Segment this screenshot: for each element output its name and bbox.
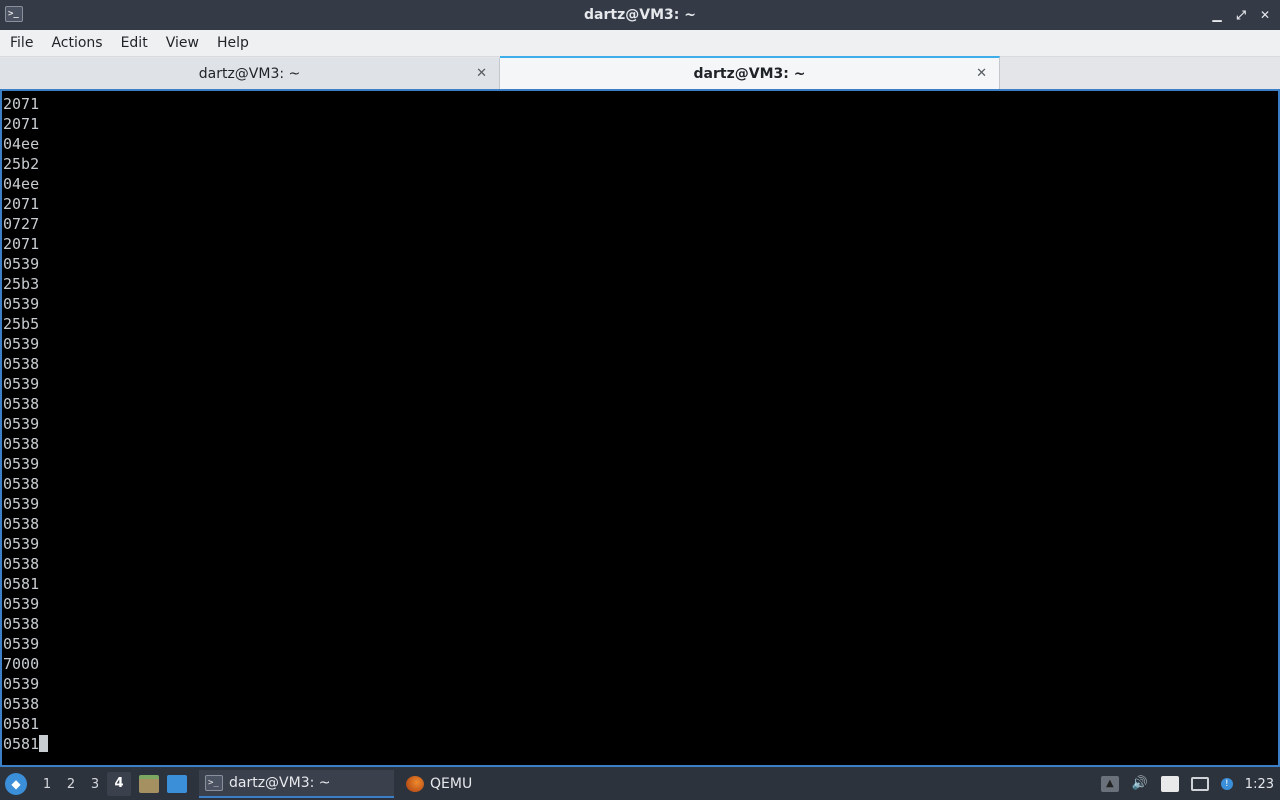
terminal-line: 0538 bbox=[3, 555, 40, 573]
close-icon[interactable]: ✕ bbox=[976, 66, 987, 81]
terminal-line: 04ee bbox=[3, 175, 40, 193]
notification-icon[interactable]: ! bbox=[1220, 778, 1233, 790]
taskbar: ◆ 1 2 3 4 >_ dartz@VM3: ~ QEMU ▲ 🔊 ! 1:2… bbox=[0, 768, 1280, 800]
terminal-line: 2071 bbox=[3, 115, 40, 133]
terminal-output: 2071 2071 04ee 25b2 04ee 2071 0727 2071 0539 25b3… bbox=[3, 94, 49, 754]
terminal-line: 0581 bbox=[3, 734, 49, 754]
terminal-line: 2071 bbox=[3, 235, 40, 253]
maximize-button[interactable]: ⤢ bbox=[1234, 8, 1248, 22]
terminal-line: 0539 bbox=[3, 295, 40, 313]
clipboard-icon[interactable] bbox=[1160, 776, 1179, 792]
terminal-line: 0727 bbox=[3, 215, 40, 233]
show-desktop-icon[interactable] bbox=[167, 775, 187, 793]
terminal-line: 0581 bbox=[3, 575, 40, 593]
menu-bar: File Actions Edit View Help bbox=[0, 30, 1280, 57]
terminal-line: 0539 bbox=[3, 595, 40, 613]
eject-icon[interactable]: ▲ bbox=[1100, 776, 1119, 792]
menu-file[interactable]: File bbox=[2, 35, 41, 51]
task-label: dartz@VM3: ~ bbox=[229, 775, 331, 791]
terminal-cursor bbox=[39, 735, 49, 752]
terminal-line: 0538 bbox=[3, 475, 40, 493]
terminal-line: 0538 bbox=[3, 355, 40, 373]
terminal-line: 25b2 bbox=[3, 155, 40, 173]
desktop-4[interactable]: 4 bbox=[107, 772, 131, 796]
start-menu-icon[interactable]: ◆ bbox=[5, 773, 27, 795]
terminal-line: 0538 bbox=[3, 515, 40, 533]
task-label: QEMU bbox=[430, 776, 473, 792]
terminal-line: 2071 bbox=[3, 95, 40, 113]
terminal-line: 04ee bbox=[3, 135, 40, 153]
terminal-line: 0539 bbox=[3, 455, 40, 473]
window-titlebar[interactable]: >_ dartz@VM3: ~ ▁ ⤢ ✕ bbox=[0, 0, 1280, 30]
task-qemu[interactable]: QEMU bbox=[400, 770, 478, 798]
terminal-line: 0539 bbox=[3, 375, 40, 393]
close-button[interactable]: ✕ bbox=[1258, 8, 1272, 22]
task-terminal[interactable]: >_ dartz@VM3: ~ bbox=[199, 770, 394, 798]
terminal-line: 0538 bbox=[3, 615, 40, 633]
qemu-icon bbox=[406, 776, 424, 792]
terminal-line: 0538 bbox=[3, 395, 40, 413]
terminal-line: 0539 bbox=[3, 415, 40, 433]
menu-edit[interactable]: Edit bbox=[113, 35, 156, 51]
terminal-line: 0539 bbox=[3, 335, 40, 353]
close-icon[interactable]: ✕ bbox=[476, 66, 487, 81]
terminal-icon[interactable]: >_ bbox=[5, 6, 23, 22]
system-tray: ▲ 🔊 ! 1:23 bbox=[1100, 768, 1280, 800]
terminal-line: 0539 bbox=[3, 495, 40, 513]
terminal-line: 0538 bbox=[3, 695, 40, 713]
terminal-line: 0539 bbox=[3, 635, 40, 653]
desktop-1[interactable]: 1 bbox=[35, 777, 59, 792]
network-icon[interactable] bbox=[1190, 777, 1209, 791]
terminal-line: 0539 bbox=[3, 255, 40, 273]
terminal-icon: >_ bbox=[205, 775, 223, 791]
tab-terminal-1[interactable]: dartz@VM3: ~ ✕ bbox=[0, 58, 500, 89]
desktop-2[interactable]: 2 bbox=[59, 777, 83, 792]
tab-label: dartz@VM3: ~ bbox=[198, 65, 301, 82]
tab-bar: dartz@VM3: ~ ✕ dartz@VM3: ~ ✕ bbox=[0, 56, 1280, 89]
minimize-button[interactable]: ▁ bbox=[1210, 8, 1224, 22]
window-title: dartz@VM3: ~ bbox=[584, 7, 696, 23]
window-controls: ▁ ⤢ ✕ bbox=[1210, 0, 1272, 30]
terminal-line: 0539 bbox=[3, 535, 40, 553]
terminal-line: 0539 bbox=[3, 675, 40, 693]
clock[interactable]: 1:23 bbox=[1245, 777, 1274, 792]
menu-view[interactable]: View bbox=[158, 35, 207, 51]
menu-help[interactable]: Help bbox=[209, 35, 257, 51]
terminal-line: 0538 bbox=[3, 435, 40, 453]
file-manager-icon[interactable] bbox=[139, 775, 159, 793]
desktop-3[interactable]: 3 bbox=[83, 777, 107, 792]
tab-terminal-2[interactable]: dartz@VM3: ~ ✕ bbox=[500, 56, 1000, 89]
menu-actions[interactable]: Actions bbox=[43, 35, 110, 51]
terminal-line: 7000 bbox=[3, 655, 40, 673]
terminal-view[interactable]: 2071 2071 04ee 25b2 04ee 2071 0727 2071 0539 25b3… bbox=[0, 89, 1280, 767]
terminal-line: 25b3 bbox=[3, 275, 40, 293]
terminal-line: 2071 bbox=[3, 195, 40, 213]
terminal-line: 25b5 bbox=[3, 315, 40, 333]
tab-label: dartz@VM3: ~ bbox=[693, 65, 806, 82]
terminal-line: 0581 bbox=[3, 715, 40, 733]
volume-icon[interactable]: 🔊 bbox=[1131, 776, 1149, 792]
